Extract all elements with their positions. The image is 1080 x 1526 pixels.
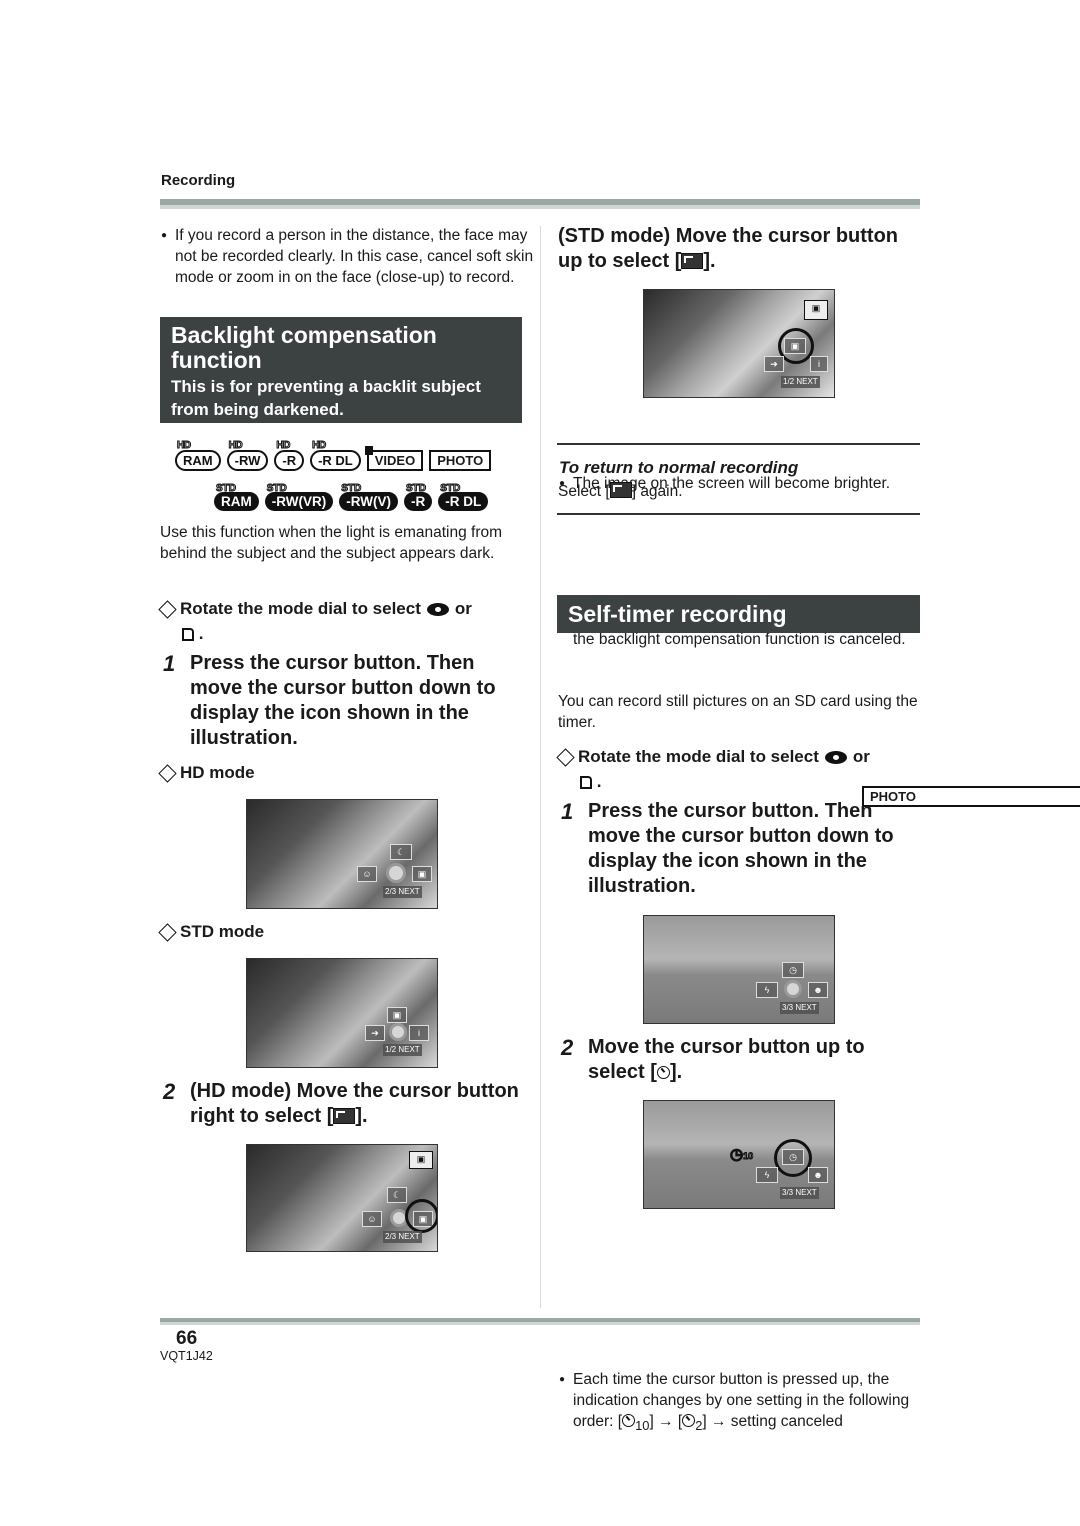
step-number: 2 xyxy=(561,1035,574,1060)
document-code: VQT1J42 xyxy=(160,1349,213,1363)
top-divider-bar xyxy=(160,199,920,209)
step-text: (HD mode) Move the cursor button right t… xyxy=(190,1080,519,1127)
right-step-1: 1 Press the cursor button. Then move the… xyxy=(561,799,923,899)
selftimer-description: You can record still pictures on an SD c… xyxy=(558,693,918,731)
cursor-center xyxy=(389,1023,407,1041)
hd-rw-badge: HD -RW xyxy=(226,440,269,471)
flash-icon: ϟ xyxy=(756,982,778,998)
page-indicator: 3/3 NEXT xyxy=(780,1002,819,1014)
std-step-screen: ▣ ▣ ➔ i 1/2 NEXT xyxy=(643,289,835,398)
diamond-icon xyxy=(158,599,177,619)
intro-bullet: If you record a person in the distance, … xyxy=(161,225,535,288)
backlight-icon: ▣ xyxy=(412,866,432,882)
hd-mode-label: HD mode xyxy=(158,763,255,783)
soft-skin-icon: ☺ xyxy=(357,866,377,882)
backlight-title: Backlight compensation function xyxy=(171,322,437,373)
std-rwvr-badge: STD -RW(VR) xyxy=(264,483,334,511)
page-number: 66 xyxy=(176,1328,198,1349)
step-text: Press the cursor button. Then move the c… xyxy=(190,652,496,749)
fade-icon: ➔ xyxy=(764,356,784,372)
selection-ring xyxy=(774,1139,812,1177)
disc-mode-icon xyxy=(426,603,449,617)
backlight-icon xyxy=(333,1108,356,1124)
backlight-on-indicator: ▣ xyxy=(804,300,828,320)
timer-on-indicator: ◷10 xyxy=(729,1146,754,1164)
backlight-icon xyxy=(681,253,704,269)
red-eye-icon: ☻ xyxy=(808,1167,828,1183)
rotate-dial-instruction: Rotate the mode dial to select or . xyxy=(556,744,921,794)
step-number: 1 xyxy=(561,799,574,824)
page-indicator: 1/2 NEXT xyxy=(383,1044,422,1056)
diamond-icon xyxy=(158,922,177,942)
section-label: Recording xyxy=(161,172,236,189)
std-ram-badge: STD RAM xyxy=(214,483,259,511)
red-eye-icon: ☻ xyxy=(808,982,828,998)
info-icon: i xyxy=(810,356,828,372)
self-timer-icon xyxy=(656,1066,670,1079)
hd-ram-badge: HD RAM xyxy=(175,440,221,471)
divider-line xyxy=(557,513,920,515)
cursor-center xyxy=(386,863,406,883)
page-indicator: 2/3 NEXT xyxy=(383,886,422,898)
std-r-badge: STD -R xyxy=(404,483,433,511)
divider-line xyxy=(557,443,920,445)
page-indicator: 2/3 NEXT xyxy=(383,1231,422,1243)
selection-ring xyxy=(405,1199,437,1233)
hd-step2-screen: ▣ ☾ ☺ ▣ 2/3 NEXT xyxy=(246,1144,438,1252)
selftimer-screen-2: ◷10 ◷ ϟ ☻ 3/3 NEXT xyxy=(643,1100,835,1209)
std-mode-label: STD mode xyxy=(158,922,264,942)
step-text: Press the cursor button. Then move the c… xyxy=(588,800,894,897)
order-bullet: Each time the cursor button is pressed u… xyxy=(559,1369,935,1436)
backlight-subtitle: This is for preventing a backlit subject… xyxy=(171,377,481,419)
backlight-icon xyxy=(609,482,632,498)
night-mode-icon: ☾ xyxy=(390,844,412,860)
diamond-icon xyxy=(556,747,575,767)
step-text: Move the cursor button up to select []. xyxy=(588,1036,865,1083)
std-rwv-badge: STD -RW(V) xyxy=(339,483,398,511)
disc-mode-icon xyxy=(824,751,847,765)
return-instruction: Select [] again. xyxy=(558,482,683,500)
cursor-center xyxy=(784,980,802,998)
page-indicator: 3/3 NEXT xyxy=(780,1187,819,1199)
std-mode-step: (STD mode) Move the cursor button up to … xyxy=(558,225,898,272)
step-number: 1 xyxy=(163,651,176,676)
backlight-description: Use this function when the light is eman… xyxy=(160,524,503,562)
sd-card-icon xyxy=(182,628,194,642)
right-step-2: 2 Move the cursor button up to select []… xyxy=(561,1035,923,1085)
bottom-divider-bar xyxy=(160,1318,920,1325)
hd-rdl-badge: HD -R DL xyxy=(310,440,361,471)
photo-badge: PHOTO xyxy=(429,450,492,471)
hd-mode-screen: ☾ ☺ ▣ 2/3 NEXT xyxy=(246,799,438,909)
backlight-on-indicator: ▣ xyxy=(409,1151,433,1169)
return-heading: To return to normal recording xyxy=(559,458,799,477)
left-step-1: 1 Press the cursor button. Then move the… xyxy=(163,651,525,751)
backlight-icon: ▣ xyxy=(387,1007,407,1023)
backlight-heading-box: Backlight compensation function This is … xyxy=(160,317,522,423)
std-media-badges: STD RAM STD -RW(VR) STD -RW(V) STD -R STD -R … xyxy=(214,483,489,511)
selftimer-heading: Self-timer recording xyxy=(557,595,920,633)
fade-icon: ➔ xyxy=(365,1025,385,1041)
info-icon: i xyxy=(409,1025,429,1041)
self-timer-icon: ◷ xyxy=(782,962,804,978)
page-indicator: 1/2 NEXT xyxy=(781,376,820,388)
hd-media-badges: HD RAM HD -RW HD -R HD -R DL VIDEO PHOTO xyxy=(175,440,492,471)
soft-skin-icon: ☺ xyxy=(362,1211,382,1227)
selftimer-screen-1: ◷ ϟ ☻ 3/3 NEXT xyxy=(643,915,835,1024)
std-rdl-badge: STD -R DL xyxy=(438,483,489,511)
video-badge: VIDEO xyxy=(364,446,424,471)
left-step-2: 2 (HD mode) Move the cursor button right… xyxy=(163,1079,525,1129)
column-divider xyxy=(540,226,541,1308)
self-timer-icon xyxy=(682,1414,696,1427)
flash-icon: ϟ xyxy=(756,1167,778,1183)
night-mode-icon: ☾ xyxy=(387,1187,407,1203)
rotate-dial-instruction: Rotate the mode dial to select or . xyxy=(158,596,523,646)
sd-card-icon xyxy=(580,776,592,790)
std-mode-screen: ▣ ➔ i 1/2 NEXT xyxy=(246,958,438,1068)
hd-r-badge: HD -R xyxy=(274,440,305,471)
step-number: 2 xyxy=(163,1079,176,1104)
diamond-icon xyxy=(158,763,177,783)
self-timer-icon xyxy=(622,1414,636,1427)
